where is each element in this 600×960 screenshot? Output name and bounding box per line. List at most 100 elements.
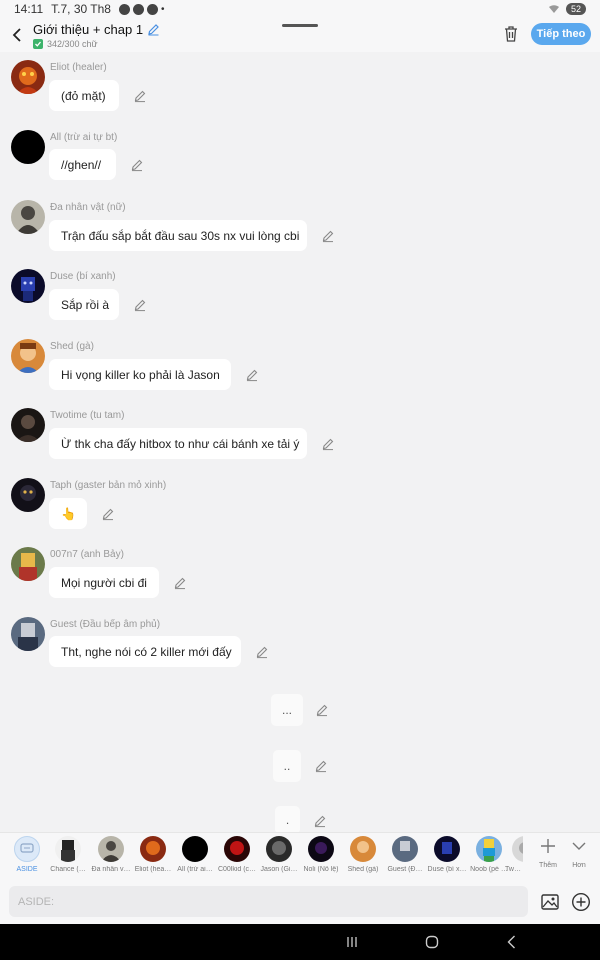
- character-name: Duse (bí x…: [427, 866, 467, 873]
- speaker-name: Guest (Đầu bếp âm phủ): [50, 619, 161, 630]
- chevron-left-icon: [12, 28, 21, 42]
- message-bubble[interactable]: Mọi người cbi đi: [49, 567, 159, 598]
- avatar-chance: [55, 836, 81, 862]
- chapter-title: Giới thiệu + chap 1: [33, 22, 144, 37]
- avatar-noob: [476, 836, 502, 862]
- home-icon[interactable]: [424, 934, 440, 950]
- more-button[interactable]: Hơn: [566, 838, 592, 869]
- speaker-name: All (trừ ai tự bt): [50, 132, 118, 143]
- avatar-duse[interactable]: [11, 269, 45, 303]
- battery-icon: 52: [565, 3, 586, 15]
- avatar-da-nhan-vat: [98, 836, 124, 862]
- avatar-guest: [392, 836, 418, 862]
- message-bubble[interactable]: Trận đấu sắp bắt đầu sau 30s nx vui lòng…: [49, 220, 307, 251]
- edit-title-icon[interactable]: [147, 23, 160, 36]
- character-c00lkid[interactable]: C00lkid (c…: [217, 836, 257, 873]
- speaker-name: 007n7 (anh Bảy): [50, 549, 124, 560]
- edit-icon[interactable]: [313, 814, 327, 828]
- messenger-icon: [132, 3, 144, 15]
- wifi-icon: [548, 5, 559, 13]
- avatar-all[interactable]: [11, 130, 45, 164]
- message-input[interactable]: [9, 886, 528, 917]
- edit-icon[interactable]: [315, 703, 329, 717]
- character-noli[interactable]: Noli (Nô lệ): [301, 836, 341, 873]
- character-shed[interactable]: Shed (gà): [343, 836, 383, 873]
- edit-icon[interactable]: [314, 759, 328, 773]
- character-twotime[interactable]: Tw…: [503, 836, 523, 873]
- back-nav-icon[interactable]: [504, 934, 520, 950]
- avatar-c00lkid: [224, 836, 250, 862]
- edit-icon[interactable]: [101, 507, 115, 521]
- message-bubble[interactable]: //ghen//: [49, 149, 116, 180]
- word-counter: 342/300 chữ: [47, 39, 98, 49]
- character-da-nhan-vat[interactable]: Đa nhân v…: [91, 836, 131, 873]
- recent-apps-icon[interactable]: [344, 934, 360, 950]
- message-bubble[interactable]: (đỏ mặt): [49, 80, 119, 111]
- back-button[interactable]: [8, 26, 26, 44]
- delete-button[interactable]: [502, 24, 520, 44]
- speaker-name: Taph (gaster bản mỏ xinh): [50, 480, 167, 491]
- next-button[interactable]: Tiếp theo: [531, 23, 591, 45]
- edit-icon[interactable]: [321, 437, 335, 451]
- messenger-icon: [146, 3, 158, 15]
- edit-icon[interactable]: [173, 576, 187, 590]
- avatar-all: [182, 836, 208, 862]
- character-duse[interactable]: Duse (bí x…: [427, 836, 467, 873]
- character-jason[interactable]: Jason (Gi…: [259, 836, 299, 873]
- avatar-shed: [350, 836, 376, 862]
- insert-image-button[interactable]: [540, 892, 560, 912]
- add-label: Thêm: [539, 862, 557, 869]
- more-label: Hơn: [572, 862, 586, 869]
- message-bubble[interactable]: 👆: [49, 498, 87, 529]
- avatar-twotime[interactable]: [11, 408, 45, 442]
- character-selector: ASIDE Chance (… Đa nhân v… Eliot (hea… A…: [0, 832, 600, 880]
- avatar-eliot[interactable]: [11, 60, 45, 94]
- avatar-taph[interactable]: [11, 478, 45, 512]
- avatar-eliot: [140, 836, 166, 862]
- chapter-title-area: Giới thiệu + chap 1 342/300 chữ: [33, 22, 160, 49]
- edit-icon[interactable]: [321, 229, 335, 243]
- add-character-button[interactable]: Thêm: [535, 838, 561, 869]
- message-bubble[interactable]: Hi vọng killer ko phải là Jason: [49, 359, 231, 390]
- speaker-name: Shed (gà): [50, 341, 94, 352]
- avatar-jason: [266, 836, 292, 862]
- messenger-icon: [118, 3, 130, 15]
- character-guest[interactable]: Guest (Đ…: [385, 836, 425, 873]
- aside-message[interactable]: ..: [273, 750, 301, 782]
- chevron-down-icon: [572, 842, 586, 850]
- character-eliot[interactable]: Eliot (hea…: [133, 836, 173, 873]
- speaker-name: Eliot (healer): [50, 62, 107, 73]
- character-all[interactable]: All (trừ ai…: [175, 836, 215, 873]
- status-date: T.7, 30 Th8: [51, 2, 111, 16]
- character-name: All (trừ ai…: [177, 866, 213, 873]
- edit-icon[interactable]: [133, 298, 147, 312]
- aside-message[interactable]: ...: [271, 694, 303, 726]
- header: Giới thiệu + chap 1 342/300 chữ Tiếp the…: [0, 18, 600, 52]
- message-bubble[interactable]: Sắp rồi à: [49, 289, 119, 320]
- character-aside[interactable]: ASIDE: [7, 836, 47, 873]
- edit-icon[interactable]: [245, 368, 259, 382]
- character-name: C00lkid (c…: [217, 866, 257, 873]
- avatar-007n7[interactable]: [11, 547, 45, 581]
- character-name: Noli (Nô lệ): [303, 866, 339, 873]
- avatar-shed[interactable]: [11, 339, 45, 373]
- add-button[interactable]: [571, 892, 591, 912]
- trash-icon: [505, 26, 517, 42]
- edit-icon[interactable]: [133, 89, 147, 103]
- status-bar: 14:11 T.7, 30 Th8 • 52: [0, 0, 600, 18]
- character-chance[interactable]: Chance (…: [48, 836, 88, 873]
- dot-icon: •: [160, 3, 165, 15]
- message-bubble[interactable]: Tht, nghe nói có 2 killer mới đấy: [49, 636, 241, 667]
- chat-list[interactable]: Eliot (healer) (đỏ mặt) All (trừ ai tự b…: [0, 52, 600, 832]
- drag-handle[interactable]: [282, 24, 318, 27]
- edit-icon[interactable]: [255, 645, 269, 659]
- plus-circle-icon: [571, 892, 591, 912]
- speaker-name: Đa nhân vật (nữ): [50, 202, 126, 213]
- check-icon: [33, 39, 43, 49]
- aside-message[interactable]: .: [275, 806, 300, 832]
- system-nav-bar: [0, 924, 600, 960]
- avatar-da-nhan-vat[interactable]: [11, 200, 45, 234]
- edit-icon[interactable]: [130, 158, 144, 172]
- message-bubble[interactable]: Ừ thk cha đấy hitbox to như cái bánh xe …: [49, 428, 307, 459]
- avatar-guest[interactable]: [11, 617, 45, 651]
